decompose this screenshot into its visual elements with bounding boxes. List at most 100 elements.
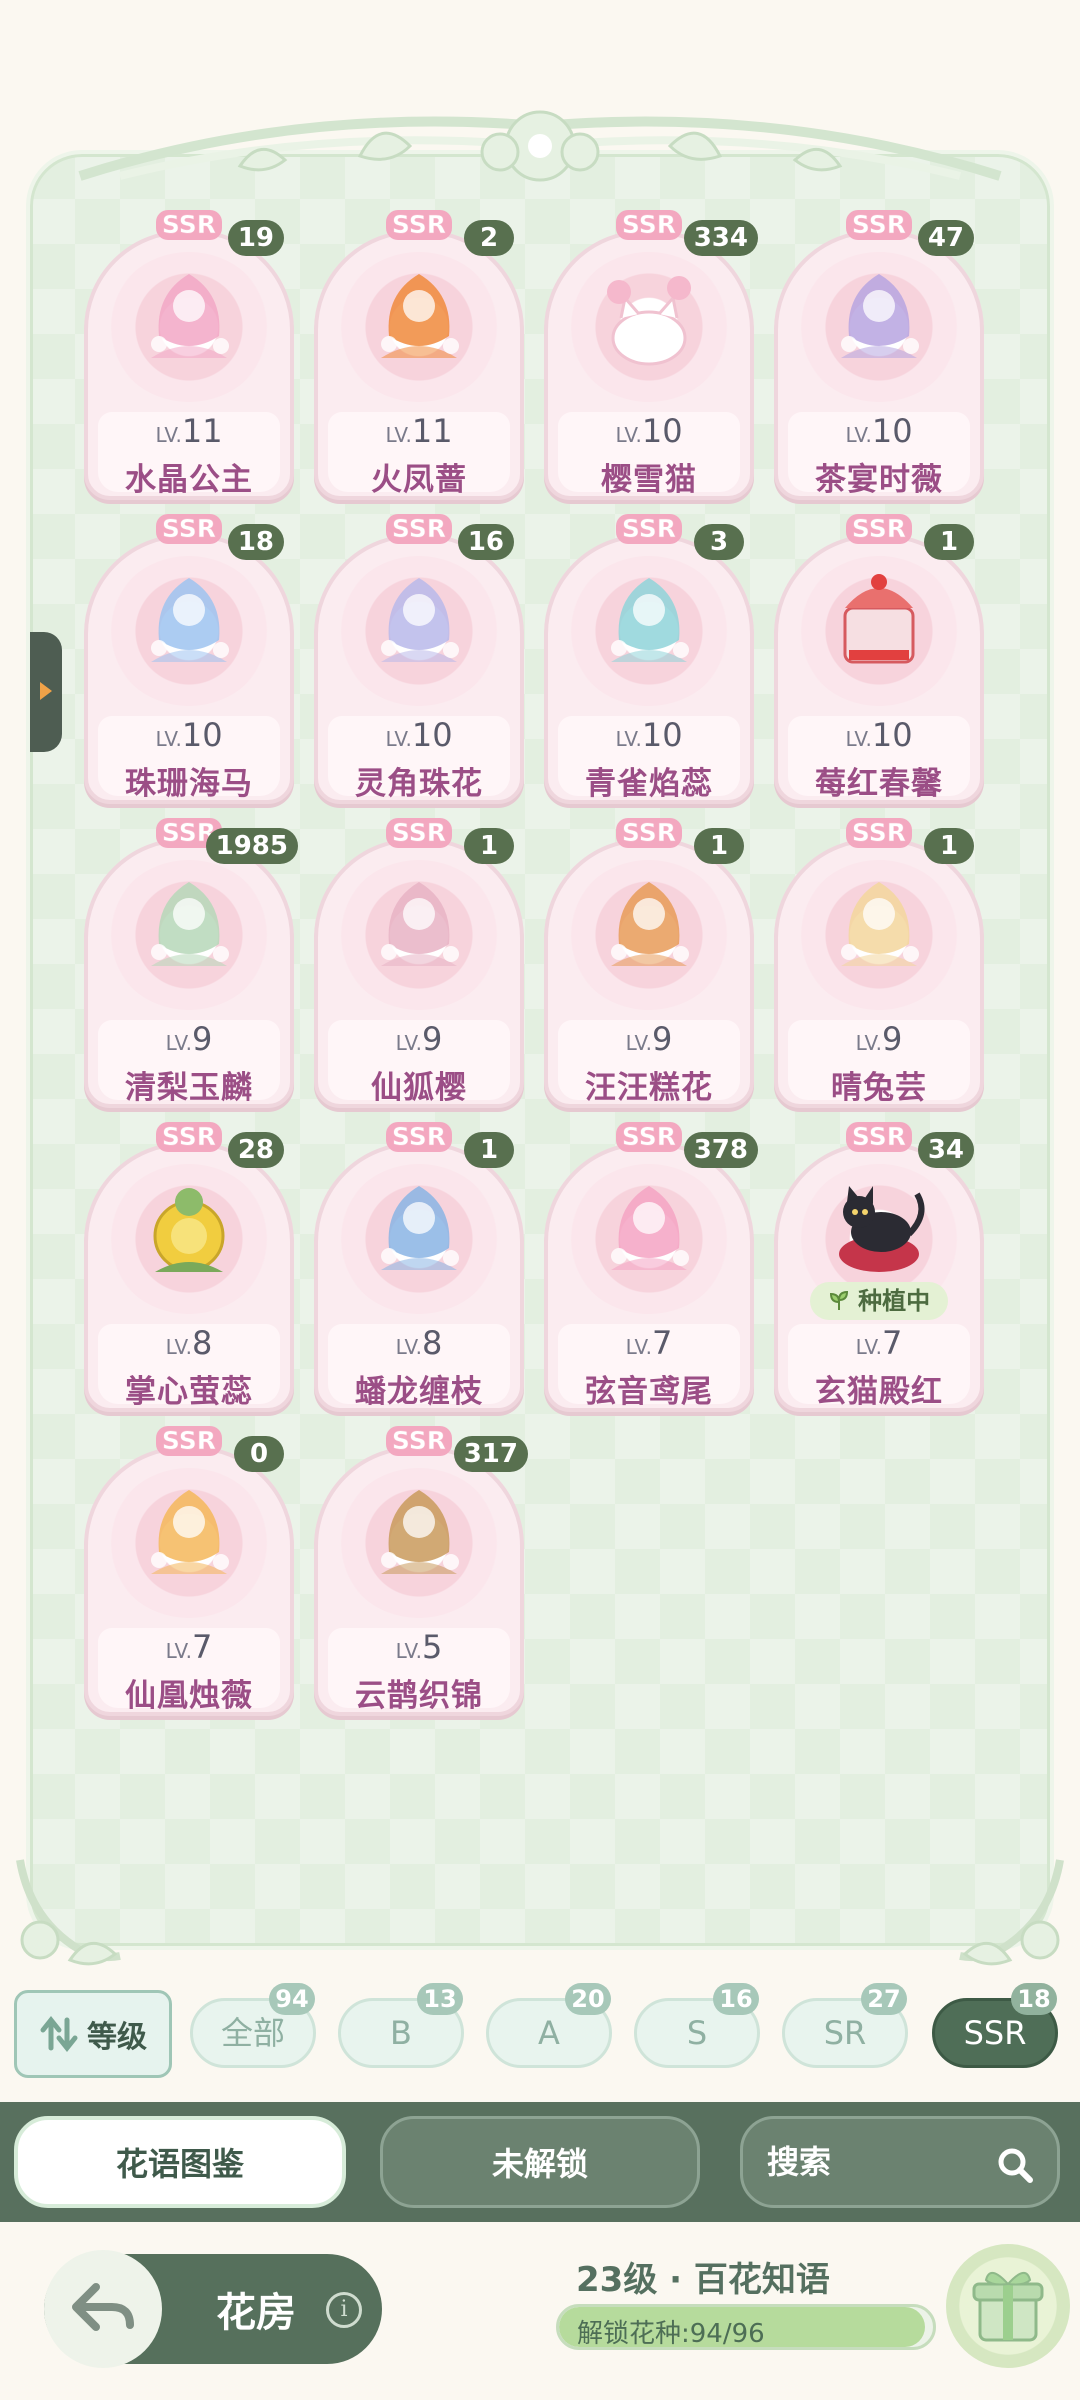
sort-by-level-button[interactable]: 等级 bbox=[14, 1990, 172, 2078]
search-icon[interactable] bbox=[995, 2145, 1035, 2185]
level-value: 11 bbox=[181, 412, 223, 450]
flower-card[interactable]: SSR 18 LV.10 珠珊海马 bbox=[84, 514, 294, 804]
rarity-badge: SSR bbox=[846, 514, 912, 544]
panel-corner-ornament-left bbox=[16, 1859, 121, 1966]
tab-label: 花语图鉴 bbox=[115, 2145, 244, 2183]
side-drawer-handle[interactable] bbox=[30, 632, 62, 752]
flower-card[interactable]: SSR 34 种植中 LV.7 玄猫殿红 bbox=[774, 1122, 984, 1412]
flower-name: 弦音鸢尾 bbox=[585, 1374, 713, 1410]
level-value: 10 bbox=[411, 716, 453, 754]
flower-card[interactable]: SSR 1 LV.8 蟠龙缠枝 bbox=[314, 1122, 524, 1412]
owned-count-badge: 3 bbox=[694, 524, 744, 560]
back-button[interactable] bbox=[44, 2250, 162, 2368]
flower-card[interactable]: SSR 1 LV.9 晴兔芸 bbox=[774, 818, 984, 1108]
card-level: LV.10 bbox=[544, 412, 754, 450]
flower-illustration-flower bbox=[153, 1188, 225, 1272]
level-prefix: LV. bbox=[615, 727, 642, 751]
level-prefix: LV. bbox=[385, 423, 412, 447]
card-level: LV.9 bbox=[314, 1020, 524, 1058]
flower-illustration-cat bbox=[607, 276, 691, 366]
flower-card[interactable]: SSR 317 LV.5 云鹊织锦 bbox=[314, 1426, 528, 1716]
level-value: 5 bbox=[422, 1628, 443, 1666]
flower-card[interactable]: SSR 47 LV.10 茶宴时薇 bbox=[774, 210, 984, 500]
rarity-badge: SSR bbox=[386, 818, 452, 848]
card-level: LV.10 bbox=[314, 716, 524, 754]
level-value: 9 bbox=[192, 1020, 213, 1058]
flower-card[interactable]: SSR 2 LV.11 火凤蔷 bbox=[314, 210, 524, 500]
level-prefix: LV. bbox=[845, 423, 872, 447]
flower-name: 青雀焰蕊 bbox=[585, 766, 713, 802]
rarity-badge: SSR bbox=[386, 1426, 452, 1456]
info-icon[interactable]: i bbox=[326, 2292, 362, 2328]
filter-chip-all[interactable]: 全部 94 bbox=[190, 1983, 316, 2068]
filter-chip-b[interactable]: B 13 bbox=[338, 1983, 464, 2068]
greenhouse-button[interactable]: 花房 i bbox=[44, 2250, 382, 2368]
flower-illustration-phoenix bbox=[381, 274, 459, 358]
greenhouse-label: 花房 bbox=[216, 2290, 296, 2336]
owned-count-badge: 1 bbox=[924, 828, 974, 864]
gift-button[interactable] bbox=[946, 2244, 1070, 2368]
collection-level-title: 23级 · 百花知语 bbox=[576, 2260, 830, 2300]
flower-name: 晴兔芸 bbox=[831, 1070, 927, 1106]
level-prefix: LV. bbox=[155, 423, 182, 447]
rarity-badge: SSR bbox=[846, 818, 912, 848]
owned-count-badge: 0 bbox=[234, 1436, 284, 1472]
sort-arrows-icon bbox=[40, 2015, 78, 2053]
level-prefix: LV. bbox=[165, 1639, 193, 1663]
flower-name: 云鹊织锦 bbox=[355, 1678, 483, 1714]
flower-name: 珠珊海马 bbox=[125, 766, 253, 802]
level-prefix: LV. bbox=[155, 727, 182, 751]
flower-name: 莓红春馨 bbox=[815, 766, 943, 802]
flower-card[interactable]: SSR 1 LV.10 莓红春馨 bbox=[774, 514, 984, 804]
flower-illustration-girl bbox=[841, 274, 919, 358]
chip-count-badge: 18 bbox=[1011, 1983, 1057, 2015]
flower-card[interactable]: SSR 16 LV.10 灵角珠花 bbox=[314, 514, 524, 804]
catalog-tabs-bar: 花语图鉴 未解锁 bbox=[0, 2102, 1080, 2222]
flower-card[interactable]: SSR 1 LV.9 汪汪糕花 bbox=[544, 818, 754, 1108]
flower-illustration-rabbit bbox=[841, 882, 919, 966]
rarity-badge: SSR bbox=[156, 514, 222, 544]
flower-card[interactable]: SSR 1 LV.9 仙狐樱 bbox=[314, 818, 524, 1108]
flower-card[interactable]: SSR 3 LV.10 青雀焰蕊 bbox=[544, 514, 754, 804]
flower-illustration-blackcat bbox=[839, 1186, 925, 1272]
rarity-filter-bar: 等级 全部 94 B 13 A 20 S 16 SR 27 SSR 18 bbox=[0, 1982, 1080, 2082]
level-prefix: LV. bbox=[165, 1031, 193, 1055]
flower-card[interactable]: SSR 334 LV.10 樱雪猫 bbox=[544, 210, 758, 500]
search-input[interactable] bbox=[767, 2137, 987, 2187]
chip-label: SSR bbox=[963, 2014, 1027, 2052]
flower-card[interactable]: SSR 1985 LV.9 清梨玉麟 bbox=[84, 818, 298, 1108]
owned-count-badge: 334 bbox=[683, 220, 758, 256]
flower-card[interactable]: SSR 28 LV.8 掌心萤蕊 bbox=[84, 1122, 294, 1412]
level-value: 10 bbox=[641, 412, 683, 450]
flower-card[interactable]: SSR 0 LV.7 仙凰烛薇 bbox=[84, 1426, 294, 1716]
tab-locked[interactable]: 未解锁 bbox=[380, 2116, 700, 2208]
flower-card[interactable]: SSR 19 LV.11 水晶公主 bbox=[84, 210, 294, 500]
card-level: LV.7 bbox=[84, 1628, 294, 1666]
chip-count-badge: 94 bbox=[269, 1983, 315, 2015]
rarity-badge: SSR bbox=[616, 210, 682, 240]
level-prefix: LV. bbox=[395, 1639, 423, 1663]
filter-chip-s[interactable]: S 16 bbox=[634, 1983, 760, 2068]
flower-illustration-dog bbox=[611, 882, 689, 966]
panel-corner-ornament-right bbox=[959, 1859, 1064, 1966]
back-arrow-icon bbox=[72, 2283, 134, 2331]
level-prefix: LV. bbox=[625, 1031, 653, 1055]
filter-chip-ssr[interactable]: SSR 18 bbox=[932, 1983, 1058, 2068]
unlock-progress-text: 解锁花种:94/96 bbox=[577, 2319, 765, 2349]
card-level: LV.8 bbox=[314, 1324, 524, 1362]
level-value: 10 bbox=[871, 716, 913, 754]
sort-label: 等级 bbox=[87, 2020, 147, 2055]
flower-card[interactable]: SSR 378 LV.7 弦音鸢尾 bbox=[544, 1122, 758, 1412]
card-level: LV.7 bbox=[774, 1324, 984, 1362]
tab-flower-catalog[interactable]: 花语图鉴 bbox=[14, 2116, 346, 2208]
filter-chip-sr[interactable]: SR 27 bbox=[782, 1983, 908, 2068]
owned-count-badge: 28 bbox=[227, 1132, 284, 1168]
chip-label: 全部 bbox=[220, 2014, 285, 2052]
owned-count-badge: 1 bbox=[924, 524, 974, 560]
chip-label: SR bbox=[823, 2014, 867, 2052]
panel-top-ornament bbox=[78, 110, 1002, 182]
filter-chip-a[interactable]: A 20 bbox=[486, 1983, 612, 2068]
flower-name: 蟠龙缠枝 bbox=[355, 1374, 483, 1410]
chip-label: A bbox=[538, 2014, 560, 2052]
chip-label: B bbox=[390, 2014, 412, 2052]
